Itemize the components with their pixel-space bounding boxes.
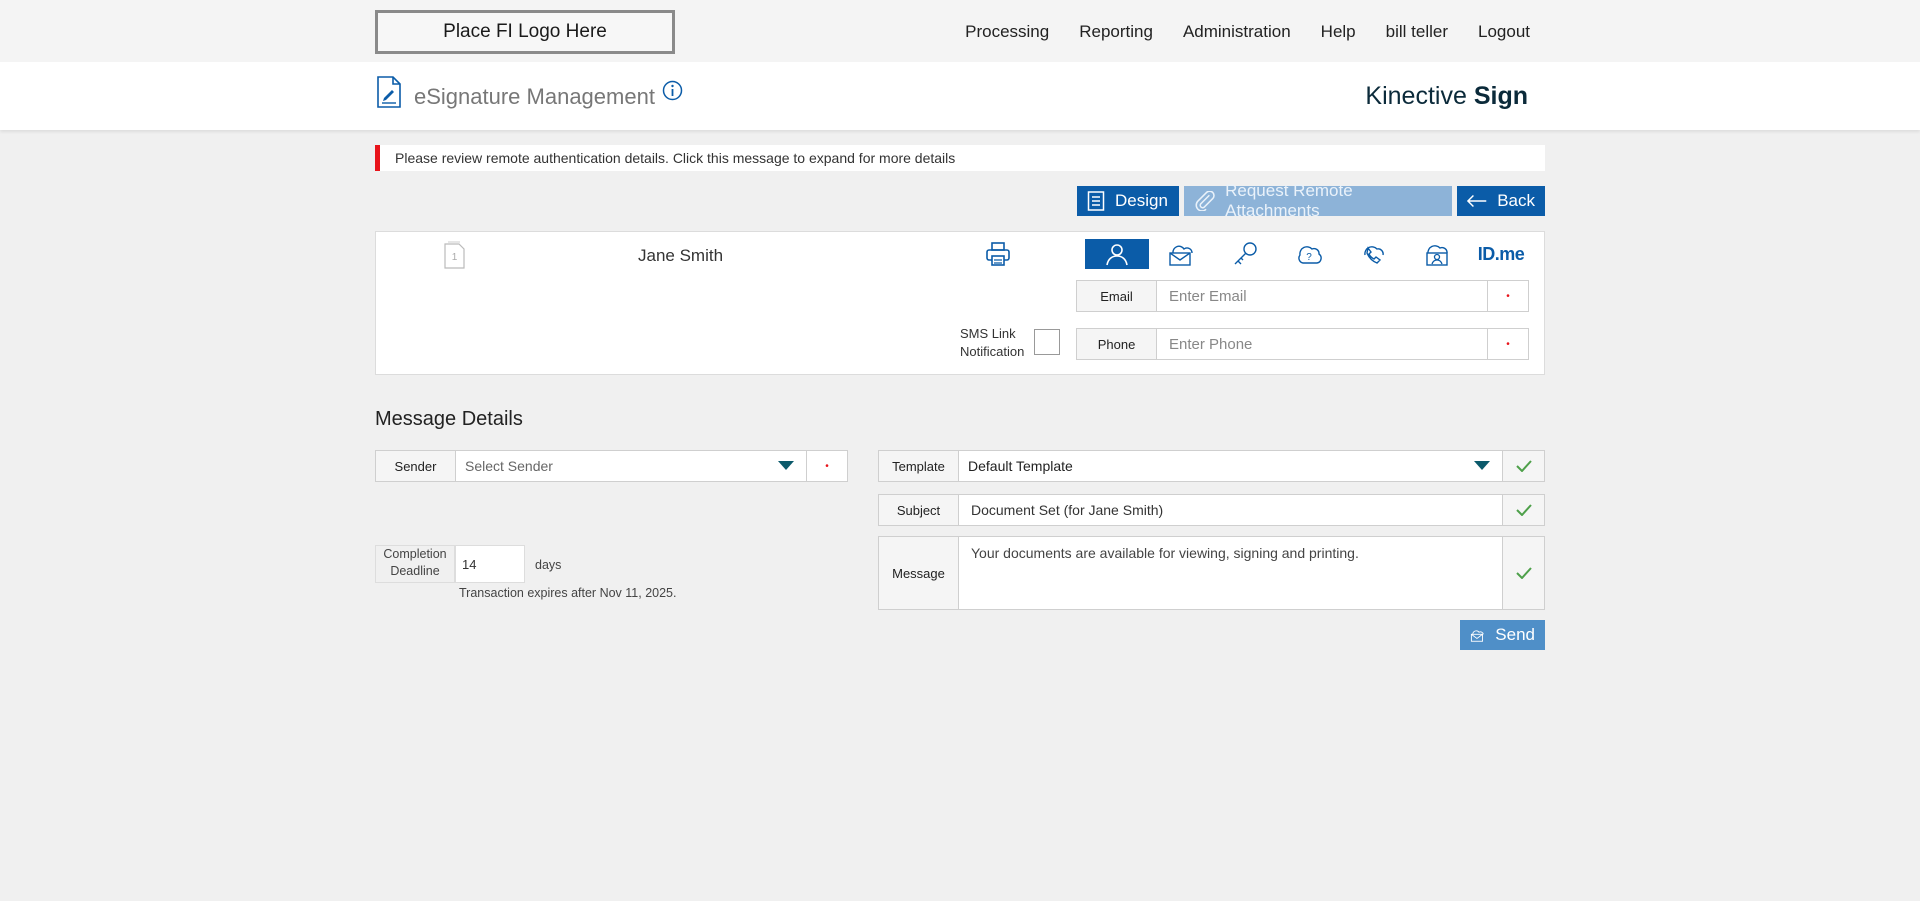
brand-logo: Kinective Sign xyxy=(1365,82,1528,111)
required-indicator: • xyxy=(1487,329,1528,359)
message-textarea[interactable]: Your documents are available for viewing… xyxy=(959,537,1502,609)
send-label: Send xyxy=(1495,625,1535,644)
design-button[interactable]: Design xyxy=(1077,186,1179,216)
fi-logo-placeholder: Place FI Logo Here xyxy=(375,10,675,54)
check-icon xyxy=(1502,451,1544,481)
message-field-row: Message Your documents are available for… xyxy=(878,536,1545,610)
sender-select[interactable]: Select Sender xyxy=(456,451,766,481)
auth-tab-person[interactable] xyxy=(1085,239,1149,269)
deadline-label-line1: Completion xyxy=(383,547,447,561)
info-icon[interactable] xyxy=(662,80,683,106)
printer-icon[interactable] xyxy=(985,241,1011,272)
auth-tab-email[interactable] xyxy=(1149,239,1213,269)
document-number-icon: 1 xyxy=(442,241,468,274)
request-label: Request Remote Attachments xyxy=(1225,181,1353,220)
required-indicator: • xyxy=(806,451,847,481)
brand-prefix: Kinective xyxy=(1365,82,1467,110)
auth-tab-idme[interactable]: ID.me xyxy=(1469,239,1533,269)
phone-field[interactable] xyxy=(1157,329,1487,359)
nav-processing[interactable]: Processing xyxy=(965,22,1049,42)
svg-text:?: ? xyxy=(1306,252,1312,263)
nav-administration[interactable]: Administration xyxy=(1183,22,1291,42)
paperclip-icon xyxy=(1195,191,1215,211)
sms-label-line1: SMS Link xyxy=(960,326,1016,341)
design-label: Design xyxy=(1115,191,1168,210)
remote-auth-alert[interactable]: Please review remote authentication deta… xyxy=(375,145,1545,171)
main-nav: Processing Reporting Administration Help… xyxy=(965,22,1530,42)
deadline-unit: days xyxy=(535,558,562,572)
phone-field-row: Phone • xyxy=(1076,328,1529,360)
request-remote-attachments-button[interactable]: Request Remote Attachments xyxy=(1184,181,1452,220)
completion-deadline-input[interactable] xyxy=(455,545,525,583)
sms-notification-checkbox[interactable] xyxy=(1034,329,1060,355)
template-select[interactable]: Default Template xyxy=(959,451,1462,481)
back-label: Back xyxy=(1497,191,1535,210)
phone-label: Phone xyxy=(1077,329,1157,359)
question-shield-icon: ? xyxy=(1298,246,1322,264)
auth-tab-knowledge[interactable]: ? xyxy=(1277,239,1341,269)
sender-label: Sender xyxy=(376,451,456,481)
email-field[interactable] xyxy=(1157,281,1487,311)
subject-input[interactable]: Document Set (for Jane Smith) xyxy=(959,495,1502,525)
auth-tab-id-card[interactable] xyxy=(1405,239,1469,269)
id-card-icon xyxy=(1426,245,1448,266)
message-details-title: Message Details xyxy=(375,408,523,430)
subject-field-row: Subject Document Set (for Jane Smith) xyxy=(878,494,1545,526)
idme-logo: ID.me xyxy=(1477,243,1525,264)
person-icon xyxy=(1106,244,1128,266)
expiration-note: Transaction expires after Nov 11, 2025. xyxy=(459,586,677,600)
template-field-row: Template Default Template xyxy=(878,450,1545,482)
key-icon xyxy=(1234,242,1257,265)
email-label: Email xyxy=(1077,281,1157,311)
page-titlebar: eSignature Management Kinective Sign xyxy=(0,62,1920,130)
brand-suffix: Sign xyxy=(1473,82,1528,110)
email-field-row: Email • xyxy=(1076,280,1529,312)
nav-logout[interactable]: Logout xyxy=(1478,22,1530,42)
signer-name: Jane Smith xyxy=(638,246,724,265)
nav-reporting[interactable]: Reporting xyxy=(1079,22,1153,42)
deadline-label-line2: Deadline xyxy=(390,564,440,578)
document-sign-icon xyxy=(376,76,402,113)
completion-deadline-label: Completion Deadline xyxy=(375,545,455,583)
check-icon xyxy=(1502,537,1544,609)
check-icon xyxy=(1502,495,1544,525)
chevron-down-icon[interactable] xyxy=(1462,451,1502,481)
top-header: Place FI Logo Here Processing Reporting … xyxy=(0,0,1920,62)
auth-tab-key[interactable] xyxy=(1213,239,1277,269)
nav-user[interactable]: bill teller xyxy=(1386,22,1448,42)
phone-icon xyxy=(1364,246,1384,264)
template-label: Template xyxy=(879,451,959,481)
auth-tab-phone[interactable] xyxy=(1341,239,1405,269)
cloud-email-icon xyxy=(1169,245,1193,266)
send-button[interactable]: Send xyxy=(1460,620,1545,650)
sms-label-line2: Notification xyxy=(960,344,1025,359)
back-button[interactable]: Back xyxy=(1457,186,1545,216)
chevron-down-icon[interactable] xyxy=(766,451,806,481)
arrow-left-icon xyxy=(1467,194,1487,208)
cloud-email-icon xyxy=(1470,630,1484,642)
document-number: 1 xyxy=(452,252,458,263)
sender-field-row: Sender Select Sender • xyxy=(375,450,848,482)
subject-label: Subject xyxy=(879,495,959,525)
page-title: eSignature Management xyxy=(414,84,655,109)
document-list-icon xyxy=(1087,191,1105,211)
required-indicator: • xyxy=(1487,281,1528,311)
message-label: Message xyxy=(879,537,959,609)
nav-help[interactable]: Help xyxy=(1321,22,1356,42)
auth-method-tabs: ? ID.me xyxy=(1085,239,1533,269)
sms-link-notification-label: SMS Link Notification xyxy=(960,325,1024,361)
